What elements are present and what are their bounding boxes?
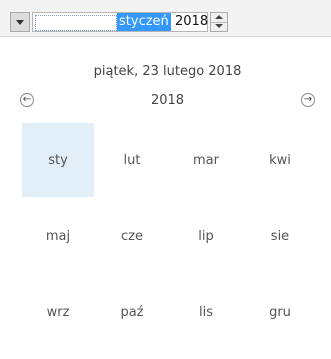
month-cell[interactable]: gru bbox=[244, 275, 316, 349]
month-cell[interactable]: sie bbox=[244, 199, 316, 273]
month-cell[interactable]: paź bbox=[96, 275, 168, 349]
month-segment[interactable]: styczeń bbox=[117, 13, 171, 31]
month-grid: sty lut mar kwi maj cze lip sie wrz paź … bbox=[22, 123, 318, 351]
month-cell[interactable]: kwi bbox=[244, 123, 316, 197]
spin-down-button[interactable] bbox=[211, 22, 227, 31]
month-cell[interactable]: lip bbox=[170, 199, 242, 273]
month-cell[interactable]: cze bbox=[96, 199, 168, 273]
next-year-icon[interactable]: → bbox=[301, 93, 315, 107]
month-cell[interactable]: mar bbox=[170, 123, 242, 197]
month-cell[interactable]: sty bbox=[22, 123, 94, 197]
date-input[interactable]: styczeń 2018 bbox=[32, 12, 208, 32]
today-label[interactable]: piątek, 23 lutego 2018 bbox=[4, 64, 331, 79]
year-title[interactable]: 2018 bbox=[4, 93, 331, 108]
year-segment[interactable]: 2018 bbox=[175, 13, 208, 31]
spinner bbox=[210, 12, 228, 32]
month-cell[interactable]: wrz bbox=[22, 275, 94, 349]
month-cell[interactable]: lis bbox=[170, 275, 242, 349]
dropdown-button[interactable] bbox=[10, 12, 30, 32]
date-picker: styczeń 2018 bbox=[0, 0, 331, 37]
day-segment[interactable] bbox=[35, 15, 117, 31]
calendar-popup: piątek, 23 lutego 2018 ← 2018 → sty lut … bbox=[4, 37, 331, 359]
month-cell[interactable]: maj bbox=[22, 199, 94, 273]
month-cell[interactable]: lut bbox=[96, 123, 168, 197]
